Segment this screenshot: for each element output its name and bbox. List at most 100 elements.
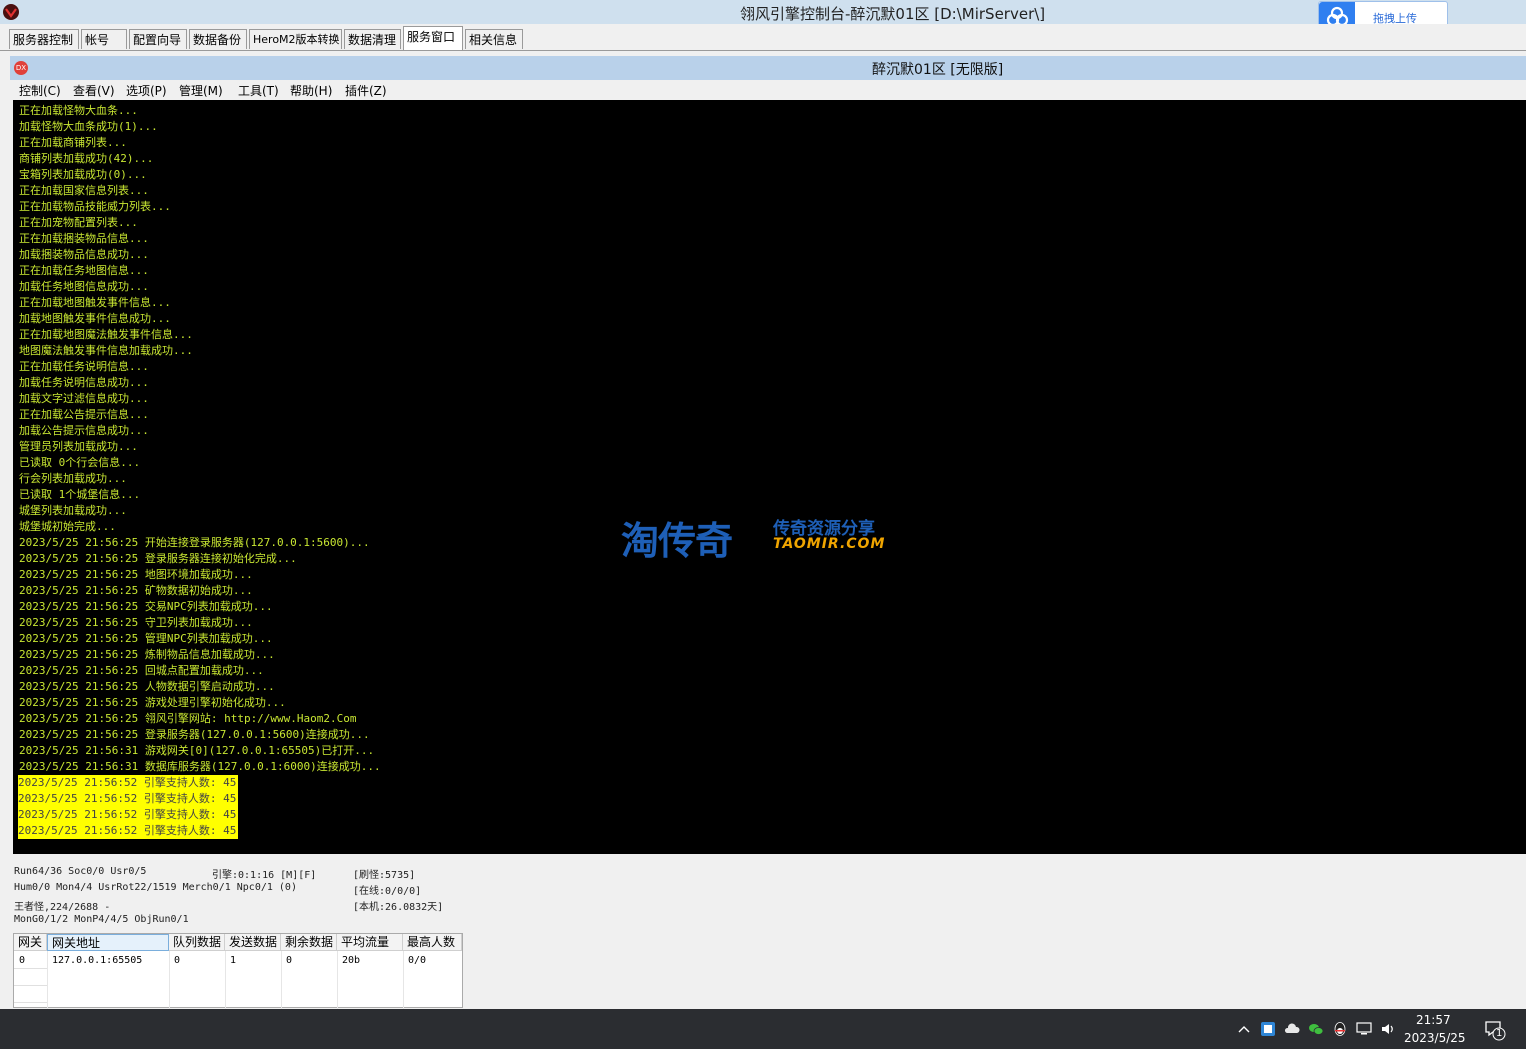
gateway-header-max-users[interactable]: 最高人数	[403, 934, 462, 951]
tab-related-info[interactable]: 相关信息	[465, 29, 523, 49]
clock-time[interactable]: 21:57	[1416, 1013, 1451, 1027]
console-line-highlighted-text: 2023/5/25 21:56:52 引擎支持人数: 45	[18, 791, 239, 807]
gateway-cell-queue: 0	[174, 955, 181, 966]
console-line: 2023/5/25 21:56:25 交易NPC列表加载成功...	[19, 599, 381, 615]
gateway-header-traffic[interactable]: 平均流量	[337, 934, 403, 951]
menu-manage[interactable]: 管理(M)	[179, 82, 223, 99]
chevron-up-icon[interactable]	[1236, 1021, 1252, 1037]
console-line: 已读取 1个城堡信息...	[19, 487, 381, 503]
menu-bar: 控制(C) 查看(V) 选项(P) 管理(M) 工具(T) 帮助(H) 插件(Z…	[10, 80, 1526, 100]
app-tray-icon[interactable]	[1260, 1021, 1276, 1037]
console-line-text: 加载捆装物品信息成功...	[19, 248, 149, 261]
volume-icon[interactable]	[1380, 1021, 1396, 1037]
console-log[interactable]: 正在加载怪物大血条... 加载怪物大血条成功(1)... 正在加载商铺列表... 商铺…	[13, 100, 1526, 854]
console-line-text: 已读取 1个城堡信息...	[19, 488, 141, 501]
service-window-title: 醉沉默01区 [无限版]	[872, 62, 1004, 78]
console-line: 加载公告提示信息成功...	[19, 423, 381, 439]
tab-service-window[interactable]: 服务窗口	[403, 26, 463, 50]
console-line: 2023/5/25 21:56:25 管理NPC列表加载成功...	[19, 631, 381, 647]
console-line-text: 2023/5/25 21:56:25 登录服务器连接初始化完成...	[19, 552, 297, 565]
gateway-cell-traffic: 20b	[342, 955, 361, 966]
console-line: 正在加载国家信息列表...	[19, 183, 381, 199]
tab-account[interactable]: 帐号	[81, 29, 127, 49]
console-line: 行会列表加载成功...	[19, 471, 381, 487]
gateway-cell-remaining: 0	[286, 955, 293, 966]
console-line-text: 正在加载公告提示信息...	[19, 408, 149, 421]
console-line-highlighted-text: 2023/5/25 21:56:52 引擎支持人数: 45	[18, 775, 239, 791]
clock-date[interactable]: 2023/5/25	[1404, 1031, 1466, 1045]
console-line: 管理员列表加载成功...	[19, 439, 381, 455]
app-logo-icon[interactable]	[2, 3, 20, 21]
console-line: 2023/5/25 21:56:25 炼制物品信息加载成功...	[19, 647, 381, 663]
console-line: 2023/5/25 21:56:25 回城点配置加载成功...	[19, 663, 381, 679]
status-refresh: [刷怪:5735]	[353, 870, 416, 881]
cloud-icon[interactable]	[1284, 1021, 1300, 1037]
menu-options[interactable]: 选项(P)	[126, 82, 167, 99]
gateway-header-address[interactable]: 网关地址	[47, 934, 169, 951]
status-hum: Hum0/0 Mon4/4 UsrRot22/1519 Merch0/1 Npc…	[14, 882, 297, 893]
console-line: 正在加载地图魔法触发事件信息...	[19, 327, 381, 343]
console-line: 地图魔法触发事件信息加载成功...	[19, 343, 381, 359]
qq-icon[interactable]	[1332, 1021, 1348, 1037]
console-line-text: 正在加载地图魔法触发事件信息...	[19, 328, 193, 341]
menu-tools[interactable]: 工具(T)	[238, 82, 279, 99]
console-line: 正在加载物品技能威力列表...	[19, 199, 381, 215]
gateway-header-remaining[interactable]: 剩余数据	[281, 934, 337, 951]
tab-herom2-convert[interactable]: HeroM2版本转换	[249, 29, 342, 49]
console-line-text: 2023/5/25 21:56:25 回城点配置加载成功...	[19, 664, 264, 677]
console-line-text: 加载地图触发事件信息成功...	[19, 312, 171, 325]
console-line-text: 正在加载怪物大血条...	[19, 104, 138, 117]
console-line-text: 加载怪物大血条成功(1)...	[19, 120, 158, 133]
console-line: 2023/5/25 21:56:52 引擎支持人数: 45	[18, 775, 381, 791]
menu-control[interactable]: 控制(C)	[19, 82, 61, 99]
windows-taskbar: 21:57 2023/5/25 1	[0, 1009, 1526, 1049]
console-line: 2023/5/25 21:56:31 数据库服务器(127.0.0.1:6000…	[19, 759, 381, 775]
tab-data-cleanup[interactable]: 数据清理	[344, 29, 401, 49]
watermark-title: 淘传奇	[621, 519, 733, 563]
gateway-header-id[interactable]: 网关	[14, 934, 47, 951]
console-line: 城堡列表加载成功...	[19, 503, 381, 519]
console-line: 正在加载商铺列表...	[19, 135, 381, 151]
notification-icon[interactable]: 1	[1484, 1019, 1506, 1041]
gateway-header-sent[interactable]: 发送数据	[225, 934, 281, 951]
console-line-text: 城堡城初始完成...	[19, 520, 116, 533]
status-local: [本机:26.0832天]	[353, 902, 444, 913]
console-line-text: 正在加载任务说明信息...	[19, 360, 149, 373]
tab-data-backup[interactable]: 数据备份	[189, 29, 247, 49]
console-line-text: 加载文字过滤信息成功...	[19, 392, 149, 405]
console-line-text: 2023/5/25 21:56:25 游戏处理引擎初始化成功...	[19, 696, 286, 709]
console-line: 2023/5/25 21:56:25 登录服务器连接初始化完成...	[19, 551, 381, 567]
status-engine-time: 引擎:0:1:16 [M][F]	[212, 870, 317, 881]
console-line: 2023/5/25 21:56:25 人物数据引擎启动成功...	[19, 679, 381, 695]
console-line: 2023/5/25 21:56:52 引擎支持人数: 45	[18, 791, 381, 807]
console-line: 正在加载任务地图信息...	[19, 263, 381, 279]
gateway-cell-address: 127.0.0.1:65505	[52, 955, 143, 966]
network-icon[interactable]	[1356, 1021, 1372, 1037]
service-window-title-bar: DX 醉沉默01区 [无限版]	[10, 56, 1526, 80]
menu-help[interactable]: 帮助(H)	[290, 82, 332, 99]
tab-config-wizard[interactable]: 配置向导	[129, 29, 187, 49]
console-line: 商铺列表加载成功(42)...	[19, 151, 381, 167]
watermark-url: TAOMIR.COM	[773, 536, 886, 552]
console-line: 2023/5/25 21:56:25 开始连接登录服务器(127.0.0.1:5…	[19, 535, 381, 551]
console-line: 2023/5/25 21:56:52 引擎支持人数: 45	[18, 807, 381, 823]
wechat-icon[interactable]	[1308, 1021, 1324, 1037]
console-line-text: 2023/5/25 21:56:25 翎风引擎网站: http://www.Ha…	[19, 712, 357, 725]
console-line-text: 正在加载任务地图信息...	[19, 264, 149, 277]
console-line-text: 2023/5/25 21:56:25 炼制物品信息加载成功...	[19, 648, 275, 661]
console-line-text: 已读取 0个行会信息...	[19, 456, 141, 469]
table-divider	[14, 985, 47, 986]
gateway-header-queue[interactable]: 队列数据	[169, 934, 225, 951]
menu-view[interactable]: 查看(V)	[73, 82, 115, 99]
console-line: 2023/5/25 21:56:52 引擎支持人数: 45	[18, 823, 381, 839]
console-line: 2023/5/25 21:56:25 地图环境加载成功...	[19, 567, 381, 583]
console-line: 已读取 0个行会信息...	[19, 455, 381, 471]
console-line: 城堡城初始完成...	[19, 519, 381, 535]
console-line-text: 2023/5/25 21:56:25 守卫列表加载成功...	[19, 616, 253, 629]
console-line-text: 2023/5/25 21:56:25 开始连接登录服务器(127.0.0.1:5…	[19, 536, 370, 549]
main-tab-strip: 服务器控制 帐号 配置向导 数据备份 HeroM2版本转换 数据清理 服务窗口 …	[0, 24, 1526, 51]
tab-server-control[interactable]: 服务器控制	[9, 29, 79, 49]
outer-title-bar: 翎风引擎控制台-醉沉默01区 [D:\MirServer\] 拖拽上传	[0, 0, 1526, 35]
console-line-highlighted-text: 2023/5/25 21:56:52 引擎支持人数: 45	[18, 807, 239, 823]
menu-plugins[interactable]: 插件(Z)	[345, 82, 387, 99]
